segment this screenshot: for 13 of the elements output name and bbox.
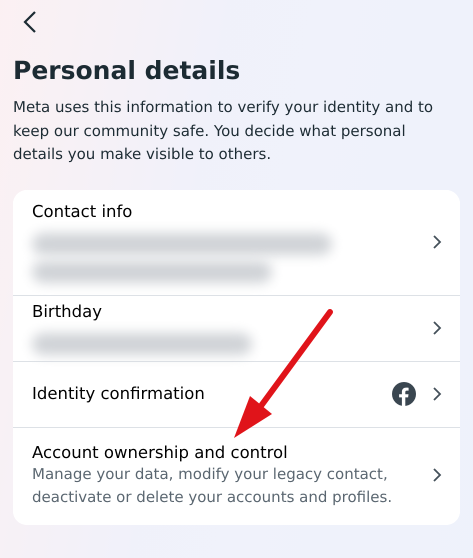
- chevron-icon: [432, 234, 442, 250]
- chevron-icon: [432, 386, 442, 402]
- item-label: Account ownership and control: [32, 442, 289, 463]
- chevron-icon: [432, 467, 442, 484]
- chevron-icon: [432, 320, 442, 336]
- item-label: Contact info: [32, 201, 134, 223]
- item-label: Identity confirmation: [32, 383, 206, 405]
- page-title: Personal details: [13, 56, 242, 86]
- item-label: Birthday: [32, 301, 103, 323]
- item-description: Manage your data, modify your legacy contact, deactivate or delete your accounts and profiles.: [32, 464, 394, 508]
- logo-icon: [392, 382, 416, 406]
- description-text: Meta uses this information to verify your identity and to keep our community safe. You decide what personal details you make visible to others.: [13, 97, 434, 165]
- settings-item[interactable]: Contact info: [13, 190, 460, 296]
